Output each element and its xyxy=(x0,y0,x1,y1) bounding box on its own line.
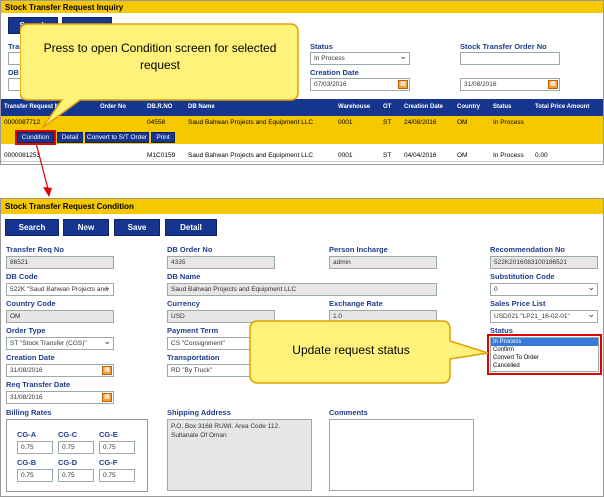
db-name-field: Saud Bahwan Projects and Equipment LLC xyxy=(167,283,437,296)
inquiry-title: Stock Transfer Request Inquiry xyxy=(1,1,603,13)
req-transfer-date-value: 31/08/2016 xyxy=(10,394,43,401)
table-cell: 0001 xyxy=(338,119,353,126)
payment-term-label: Payment Term xyxy=(167,326,219,335)
rate-input[interactable]: 0.75 xyxy=(17,441,53,454)
recommendation-field: 522K2016083100186521 xyxy=(490,256,598,269)
req-transfer-date-label: Req Transfer Date xyxy=(6,380,71,389)
transfer-req-label: Transfer Req No xyxy=(6,245,64,254)
comments-label: Comments xyxy=(329,408,368,417)
sales-price-select[interactable]: USD021 "LP21_16-02-01" xyxy=(490,310,598,323)
status-label: Status xyxy=(310,42,333,51)
rate-input[interactable]: 0.75 xyxy=(58,469,94,482)
callout-text-2: Update request status xyxy=(292,343,410,357)
column-header[interactable]: Status xyxy=(493,104,511,110)
transfer-req-field: 86521 xyxy=(6,256,114,269)
column-header[interactable]: Warehouse xyxy=(338,104,370,110)
calendar-icon[interactable]: ▦ xyxy=(398,80,408,89)
order-type-label: Order Type xyxy=(6,326,46,335)
rate-label: CG-D xyxy=(58,458,78,467)
rate-input[interactable]: 0.75 xyxy=(58,441,94,454)
st-order-input[interactable] xyxy=(460,52,560,65)
country-code-field: OM xyxy=(6,310,114,323)
sales-price-label: Sales Price List xyxy=(490,299,546,308)
search-button[interactable]: Search xyxy=(5,219,59,236)
creation-date-label: Creation Date xyxy=(6,353,55,362)
date-from-value: 07/03/2016 xyxy=(314,81,347,88)
table-cell: ST xyxy=(383,119,392,126)
db-code-select[interactable]: 522K "Saud Bahwan Projects and xyxy=(6,283,114,296)
status-select[interactable]: In Process xyxy=(310,52,410,65)
table-cell: 24/08/2016 xyxy=(404,119,437,126)
transportation-label: Transportation xyxy=(167,353,220,362)
rate-input[interactable]: 0.75 xyxy=(99,469,135,482)
db-order-no-field: 4335 xyxy=(167,256,275,269)
table-cell: 0001 xyxy=(338,152,353,159)
rate-label: CG-A xyxy=(17,430,37,439)
table-cell: OM xyxy=(457,152,468,159)
db-code-label: DB Code xyxy=(6,272,38,281)
status-highlight xyxy=(487,334,602,375)
req-transfer-date-input[interactable]: 31/08/2016 ▦ xyxy=(6,391,114,404)
calendar-icon[interactable]: ▦ xyxy=(102,393,112,402)
callout-bubble-1 xyxy=(20,23,299,129)
billing-rates-label: Billing Rates xyxy=(6,408,52,417)
column-header[interactable]: Total Price Amount xyxy=(535,104,589,110)
date-to-input[interactable]: 31/08/2016 ▦ xyxy=(460,78,560,91)
table-cell: In Process xyxy=(493,152,524,159)
calendar-icon[interactable]: ▦ xyxy=(102,366,112,375)
table-cell: 0.00 xyxy=(535,152,548,159)
table-cell: OM xyxy=(457,119,468,126)
column-header[interactable]: Country xyxy=(457,104,480,110)
rate-input[interactable]: 0.75 xyxy=(17,469,53,482)
date-from-input[interactable]: 07/03/2016 ▦ xyxy=(310,78,410,91)
order-type-select[interactable]: ST "Stock Transfer (CGS)" xyxy=(6,337,114,350)
table-cell: M1C0159 xyxy=(147,152,176,159)
rate-label: CG-B xyxy=(17,458,37,467)
comments-field[interactable] xyxy=(329,419,474,491)
new-button[interactable]: New xyxy=(63,219,109,236)
recommendation-label: Recommendation No xyxy=(490,245,566,254)
column-header[interactable]: Creation Date xyxy=(404,104,443,110)
exchange-rate-label: Exchange Rate xyxy=(329,299,383,308)
db-order-no-label: DB Order No xyxy=(167,245,213,254)
table-cell: In Process xyxy=(493,119,524,126)
rate-label: CG-F xyxy=(99,458,118,467)
table-cell: Saud Bahwan Projects and Equipment LLC xyxy=(188,152,314,159)
rate-label: CG-C xyxy=(58,430,78,439)
calendar-icon[interactable]: ▦ xyxy=(548,80,558,89)
condition-title: Stock Transfer Request Condition xyxy=(1,199,603,214)
column-header[interactable]: OT xyxy=(383,104,391,110)
date-to-value: 31/08/2016 xyxy=(464,81,497,88)
db-name-label: DB Name xyxy=(167,272,201,281)
convert-order-button[interactable]: Convert to S/T Order xyxy=(85,132,149,143)
shipping-address-field[interactable]: P.O. Box 3168 RUWI. Area Code 112. Sulta… xyxy=(167,419,312,491)
creation-date-value: 31/08/2016 xyxy=(10,367,43,374)
detail-button[interactable]: Detail xyxy=(57,132,83,143)
print-button[interactable]: Print xyxy=(151,132,175,143)
table-cell: 04/04/2016 xyxy=(404,152,437,159)
st-order-label: Stock Transfer Order No xyxy=(460,42,547,51)
creation-date-label: Creation Date xyxy=(310,68,359,77)
detail-button[interactable]: Detail xyxy=(165,219,217,236)
save-button[interactable]: Save xyxy=(114,219,160,236)
substitution-label: Substitution Code xyxy=(490,272,555,281)
shipping-address-label: Shipping Address xyxy=(167,408,231,417)
person-incharge-label: Person Incharge xyxy=(329,245,388,254)
country-code-label: Country Code xyxy=(6,299,56,308)
table-cell: ST xyxy=(383,152,392,159)
rate-input[interactable]: 0.75 xyxy=(99,441,135,454)
substitution-select[interactable]: 0 xyxy=(490,283,598,296)
arrow-connector xyxy=(35,143,52,197)
callout-text-1: Press to open Condition screen for selec… xyxy=(43,41,277,72)
rate-label: CG-E xyxy=(99,430,118,439)
person-incharge-field: admin xyxy=(329,256,437,269)
currency-label: Currency xyxy=(167,299,200,308)
creation-date-input[interactable]: 31/08/2016 ▦ xyxy=(6,364,114,377)
